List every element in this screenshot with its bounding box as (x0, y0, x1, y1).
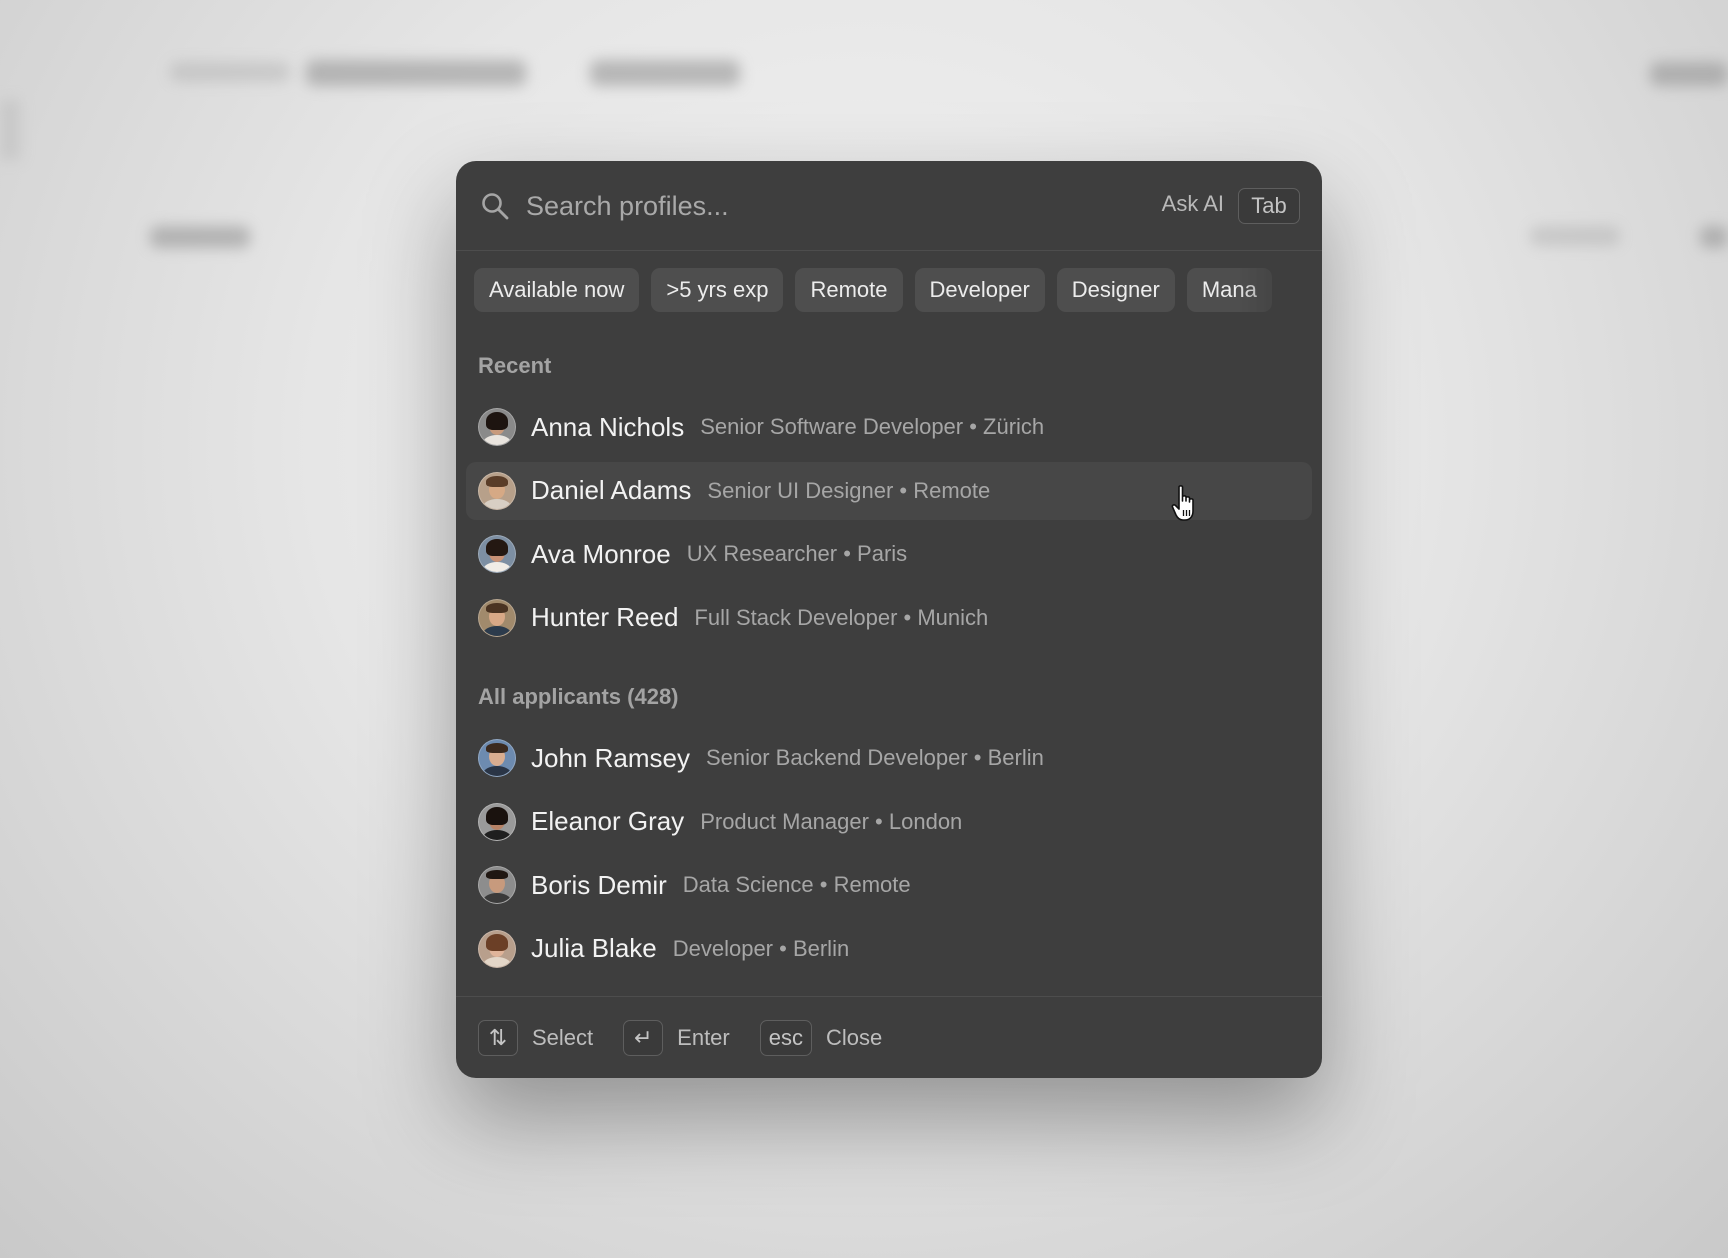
avatar (478, 535, 516, 573)
profile-search-palette: Ask AI Tab Available now >5 yrs exp Remo… (456, 161, 1322, 1078)
background-button (1700, 226, 1728, 248)
filter-chips: Available now >5 yrs exp Remote Develope… (474, 268, 1304, 314)
search-bar: Ask AI Tab (456, 161, 1322, 251)
filter-chip-developer[interactable]: Developer (914, 268, 1045, 312)
avatar (478, 929, 516, 968)
ask-ai-label[interactable]: Ask AI (1162, 191, 1224, 217)
profile-meta: Senior Software Developer • Zürich (700, 414, 1045, 439)
profile-name: Eleanor Gray (531, 806, 685, 836)
profile-row-boris-demir[interactable]: Boris Demir Data Science • Remote (466, 856, 1312, 914)
avatar (478, 866, 516, 904)
recent-list: Anna Nichols Senior Software Developer •… (466, 398, 1312, 652)
avatar (478, 471, 516, 510)
applicants-section-label: All applicants (428) (478, 684, 679, 709)
filter-chip-available-now[interactable]: Available now (474, 268, 640, 312)
profile-name: Julia Blake (531, 933, 657, 963)
profile-name: Hunter Reed (531, 602, 679, 632)
avatar (478, 739, 516, 777)
filter-chip-remote[interactable]: Remote (795, 268, 903, 312)
profile-meta: Product Manager • London (700, 808, 963, 834)
profile-meta: Senior UI Designer • Remote (707, 477, 991, 503)
profile-row-anna-nichols[interactable]: Anna Nichols Senior Software Developer •… (466, 398, 1312, 456)
profile-meta: UX Researcher • Paris (686, 541, 908, 566)
applicants-list: John Ramsey Senior Backend Developer • B… (466, 729, 1312, 983)
background-heading (150, 226, 250, 248)
avatar (478, 408, 516, 446)
close-hint-label: Close (826, 1024, 883, 1050)
profile-row-julia-blake[interactable]: Julia Blake Developer • Berlin (466, 920, 1312, 978)
enter-key-icon: ↵ (623, 1019, 664, 1056)
profile-row-ava-monroe[interactable]: Ava Monroe UX Researcher • Paris (466, 525, 1312, 583)
tab-key-badge[interactable]: Tab (1238, 188, 1300, 224)
profile-name: Ava Monroe (531, 538, 671, 569)
search-icon (482, 193, 509, 220)
profile-name: Boris Demir (531, 869, 667, 900)
filter-chip-experience[interactable]: >5 yrs exp (651, 268, 784, 312)
avatar (478, 598, 516, 637)
select-hint-label: Select (532, 1024, 594, 1050)
profile-meta: Data Science • Remote (682, 872, 911, 897)
background-breadcrumb (170, 62, 290, 82)
keyboard-hints-footer: ⇅ Select ↵ Enter esc Close (456, 996, 1322, 1078)
search-input[interactable] (526, 183, 1086, 229)
background-tab (590, 60, 740, 86)
profile-meta: Senior Backend Developer • Berlin (705, 745, 1044, 770)
avatar (478, 802, 516, 841)
profile-row-john-ramsey[interactable]: John Ramsey Senior Backend Developer • B… (466, 729, 1312, 787)
background-sidebar (0, 100, 20, 160)
select-key-icon: ⇅ (478, 1019, 518, 1056)
background-filter (1530, 226, 1620, 246)
profile-name: John Ramsey (531, 742, 690, 773)
background-title (306, 60, 526, 86)
profile-meta: Developer • Berlin (672, 935, 850, 961)
profile-row-eleanor-gray[interactable]: Eleanor Gray Product Manager • London (466, 793, 1312, 851)
profile-meta: Full Stack Developer • Munich (694, 604, 989, 630)
hand-pointer-cursor-icon (1171, 485, 1194, 521)
esc-key-badge[interactable]: esc (759, 1019, 812, 1056)
filter-chip-manager[interactable]: Mana (1186, 268, 1272, 312)
recent-section-label: Recent (478, 353, 552, 378)
filter-chip-designer[interactable]: Designer (1056, 268, 1175, 312)
profile-name: Anna Nichols (531, 411, 685, 442)
profile-name: Daniel Adams (531, 475, 692, 505)
profile-row-hunter-reed[interactable]: Hunter Reed Full Stack Developer • Munic… (466, 589, 1312, 647)
enter-hint-label: Enter (677, 1024, 730, 1050)
background-action (1650, 62, 1728, 86)
